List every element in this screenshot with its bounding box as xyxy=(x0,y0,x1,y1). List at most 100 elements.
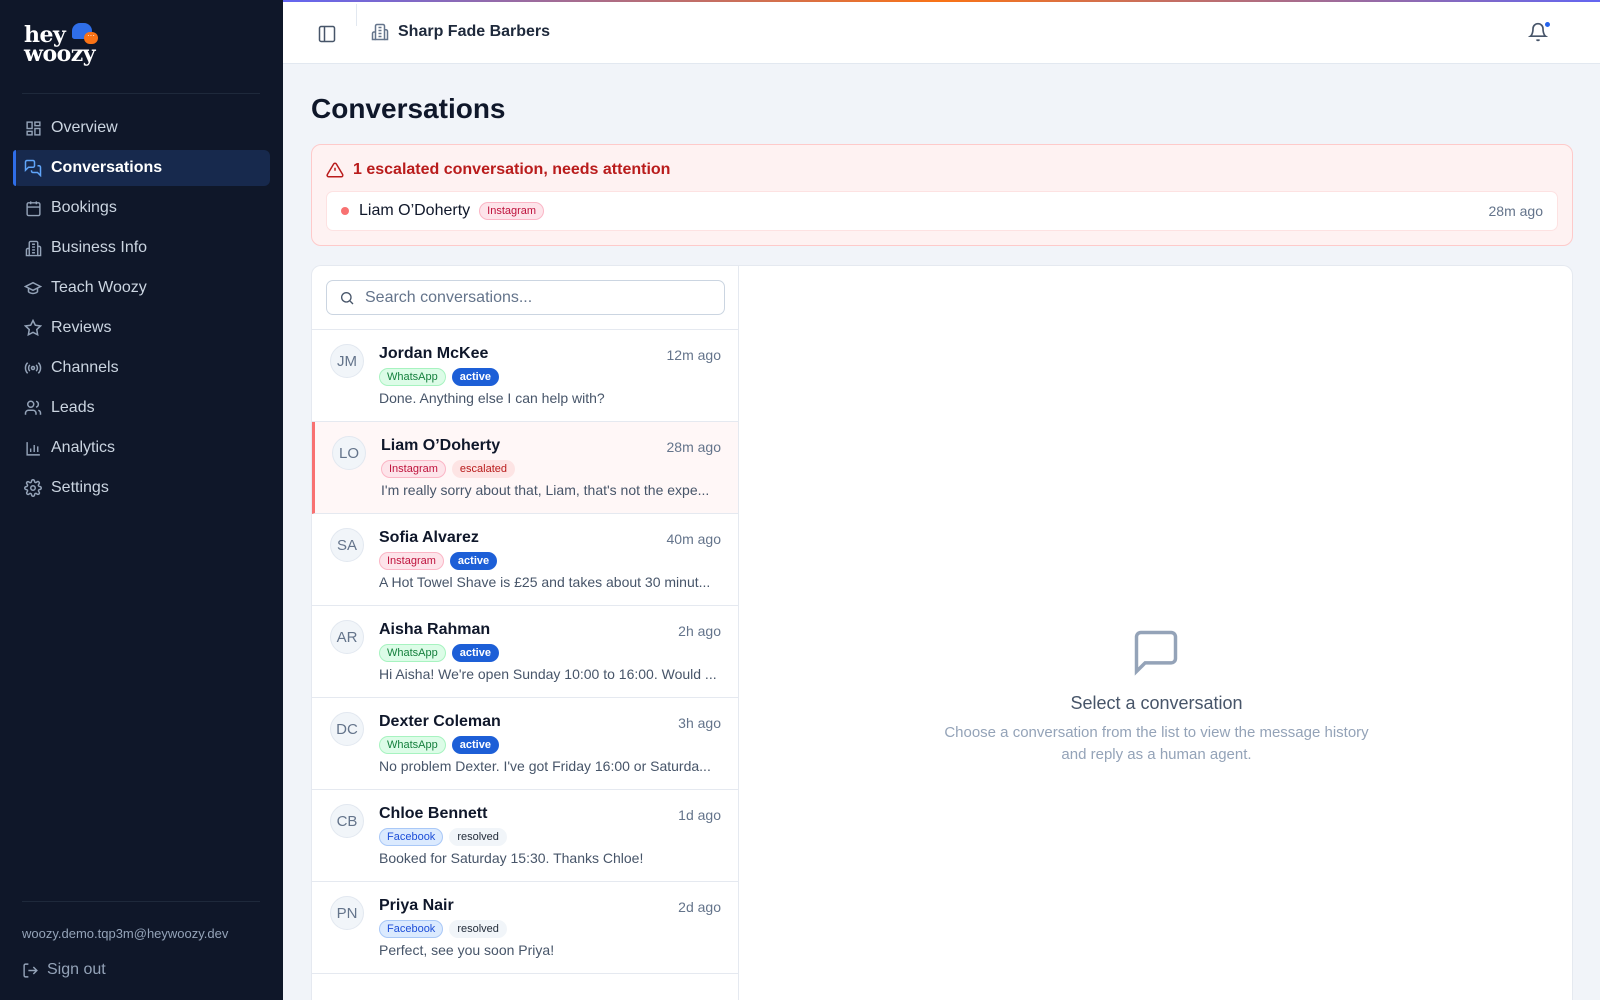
search-input[interactable] xyxy=(365,288,705,307)
heywoozy-logo[interactable]: ··· hey woozy xyxy=(24,22,104,72)
chat-icon xyxy=(24,159,42,177)
avatar: PN xyxy=(330,896,364,930)
sidebar-item-overview[interactable]: Overview xyxy=(13,110,270,146)
sidebar-item-label: Analytics xyxy=(51,439,116,456)
sidebar-item-leads[interactable]: Leads xyxy=(13,390,270,426)
channel-badge: Instagram xyxy=(379,552,444,570)
search-box[interactable] xyxy=(326,280,725,315)
graduation-cap-icon xyxy=(24,279,42,297)
warning-triangle-icon xyxy=(326,161,344,179)
sidebar-item-label: Channels xyxy=(51,359,119,376)
conversation-item[interactable]: PN Priya Nair 2d ago Facebook resolved P… xyxy=(312,882,738,974)
conversation-item[interactable]: DC Dexter Coleman 3h ago WhatsApp active… xyxy=(312,698,738,790)
header-separator xyxy=(356,4,357,26)
sidebar-divider xyxy=(22,93,260,94)
sidebar-item-label: Teach Woozy xyxy=(51,279,147,296)
logo-text: hey woozy xyxy=(24,22,96,67)
message-preview: Hi Aisha! We're open Sunday 10:00 to 16:… xyxy=(379,666,717,682)
badge-group: Instagram active xyxy=(379,552,503,570)
escalated-conversation-row[interactable]: Liam O’Doherty Instagram 28m ago xyxy=(326,191,1558,231)
badge-group: WhatsApp active xyxy=(379,736,505,754)
conversation-item[interactable]: SA Sofia Alvarez 40m ago Instagram activ… xyxy=(312,514,738,606)
avatar: DC xyxy=(330,712,364,746)
badge-group: Facebook resolved xyxy=(379,828,513,846)
timestamp: 28m ago xyxy=(666,439,721,455)
empty-state-title: Select a conversation xyxy=(1070,693,1243,713)
sidebar-item-label: Business Info xyxy=(51,239,148,256)
avatar: AR xyxy=(330,620,364,654)
conversation-item[interactable]: JM Jordan McKee 12m ago WhatsApp active … xyxy=(312,330,738,422)
timestamp: 12m ago xyxy=(666,347,721,363)
message-preview: I'm really sorry about that, Liam, that'… xyxy=(381,482,710,498)
sign-out-label: Sign out xyxy=(47,961,106,978)
sidebar-item-conversations[interactable]: Conversations xyxy=(13,150,270,186)
channel-badge: Instagram xyxy=(479,202,545,220)
avatar: SA xyxy=(330,528,364,562)
sidebar-item-label: Bookings xyxy=(51,199,117,216)
avatar: CB xyxy=(330,804,364,838)
sidebar-item-reviews[interactable]: Reviews xyxy=(13,310,270,346)
status-badge: resolved xyxy=(449,828,507,846)
message-square-icon xyxy=(1130,626,1182,678)
conversation-item[interactable]: LO Liam O’Doherty 28m ago Instagram esca… xyxy=(312,422,738,514)
business-selector[interactable]: Sharp Fade Barbers xyxy=(371,23,550,41)
channel-badge: WhatsApp xyxy=(379,736,446,754)
sidebar-item-business-info[interactable]: Business Info xyxy=(13,230,270,266)
page-title: Conversations xyxy=(311,93,506,124)
channel-badge: Facebook xyxy=(379,920,444,938)
status-badge: active xyxy=(449,552,498,570)
star-icon xyxy=(24,319,42,337)
timestamp: 2d ago xyxy=(678,899,721,915)
building-icon xyxy=(24,239,42,257)
calendar-icon xyxy=(24,199,42,217)
avatar: LO xyxy=(332,436,366,470)
sidebar-item-teach-woozy[interactable]: Teach Woozy xyxy=(13,270,270,306)
badge-group: Facebook resolved xyxy=(379,920,513,938)
top-header: Sharp Fade Barbers xyxy=(283,2,1600,64)
user-email: woozy.demo.tqp3m@heywoozy.dev xyxy=(22,926,229,941)
timestamp: 2h ago xyxy=(678,623,721,639)
contact-name: Priya Nair xyxy=(379,897,454,914)
status-badge: escalated xyxy=(451,460,516,478)
badge-group: WhatsApp active xyxy=(379,644,505,662)
empty-state-description: Choose a conversation from the list to v… xyxy=(944,724,1369,763)
timestamp: 40m ago xyxy=(666,531,721,547)
notification-dot xyxy=(1544,21,1551,28)
sidebar-footer-divider xyxy=(22,901,260,902)
timestamp: 28m ago xyxy=(1488,203,1543,219)
channel-badge: WhatsApp xyxy=(379,644,446,662)
radio-icon xyxy=(24,359,42,377)
gear-icon xyxy=(24,479,42,497)
conversation-list: JM Jordan McKee 12m ago WhatsApp active … xyxy=(312,266,739,1000)
badge-group: Instagram escalated xyxy=(381,460,521,478)
escalation-dot xyxy=(341,207,349,215)
users-icon xyxy=(24,399,42,417)
timestamp: 1d ago xyxy=(678,807,721,823)
sign-out-button[interactable]: Sign out xyxy=(22,961,106,979)
badge-group: WhatsApp active xyxy=(379,368,505,386)
log-out-icon xyxy=(22,962,39,979)
message-preview: Perfect, see you soon Priya! xyxy=(379,942,555,958)
empty-state: Select a conversation Choose a conversat… xyxy=(739,266,1572,1000)
message-preview: No problem Dexter. I've got Friday 16:00… xyxy=(379,758,711,774)
status-badge: active xyxy=(451,644,499,662)
timestamp: 3h ago xyxy=(678,715,721,731)
sidebar-item-bookings[interactable]: Bookings xyxy=(13,190,270,226)
conversations-panel: JM Jordan McKee 12m ago WhatsApp active … xyxy=(311,265,1573,1000)
contact-name: Liam O’Doherty xyxy=(381,437,501,454)
sidebar-toggle-button[interactable] xyxy=(317,24,337,44)
sidebar: ··· hey woozy Overview Conversations Boo… xyxy=(0,0,283,1000)
sidebar-item-channels[interactable]: Channels xyxy=(13,350,270,386)
contact-name: Liam O’Doherty xyxy=(359,202,471,219)
conversation-item[interactable]: AR Aisha Rahman 2h ago WhatsApp active H… xyxy=(312,606,738,698)
conversation-item[interactable]: CB Chloe Bennett 1d ago Facebook resolve… xyxy=(312,790,738,882)
sidebar-item-analytics[interactable]: Analytics xyxy=(13,430,270,466)
search-icon xyxy=(339,290,355,306)
sidebar-item-label: Reviews xyxy=(51,319,112,336)
avatar: JM xyxy=(330,344,364,378)
notifications-button[interactable] xyxy=(1528,21,1551,44)
sidebar-nav: Overview Conversations Bookings Business… xyxy=(13,110,270,510)
sidebar-item-settings[interactable]: Settings xyxy=(13,470,270,506)
channel-badge: WhatsApp xyxy=(379,368,446,386)
dashboard-icon xyxy=(24,119,42,137)
